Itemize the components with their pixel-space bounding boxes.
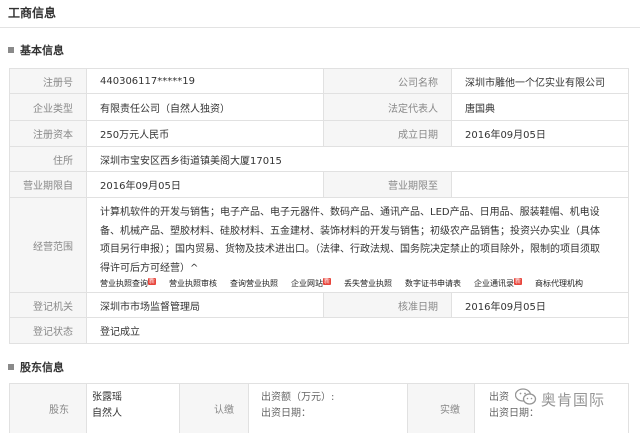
new-badge: 新 xyxy=(514,278,523,285)
scope-value: 计算机软件的开发与销售；电子产品、电子元器件、数码产品、通讯产品、LED产品、日… xyxy=(100,207,600,274)
address-value: 深圳市宝安区西乡街道镇美阁大厦17015 xyxy=(100,155,282,167)
scope-cell: 计算机软件的开发与销售；电子产品、电子元器件、数码产品、通讯产品、LED产品、日… xyxy=(87,198,628,292)
scope-link-label: 查询营业执照 xyxy=(230,279,279,288)
subscribed-amount-label: 出资额（万元）: xyxy=(261,392,335,403)
subscribed-col-label: 认缴 xyxy=(179,384,249,433)
shareholder-heading-text: 股东信息 xyxy=(20,361,64,374)
table-row: 登记状态 登记成立 xyxy=(10,318,628,344)
basic-info-table: 注册号 440306117*****19 公司名称 深圳市雕他一个亿实业有限公司… xyxy=(9,68,629,344)
scope-link-label: 营业执照查询 xyxy=(100,279,148,288)
page-title: 工商信息 xyxy=(8,6,57,20)
holder-cell: 张露瑶 自然人 xyxy=(87,384,179,433)
table-row: 企业类型 有限责任公司（自然人独资） 法定代表人 唐国典 xyxy=(10,94,628,121)
scope-link[interactable]: 企业通讯录新 xyxy=(474,278,523,289)
scope-link[interactable]: 商标代理机构 xyxy=(535,278,583,289)
authority-value: 深圳市市场监督管理局 xyxy=(87,293,324,317)
table-row: 经营范围 计算机软件的开发与销售；电子产品、电子元器件、数码产品、通讯产品、LE… xyxy=(10,198,628,293)
term-to-label: 营业期限至 xyxy=(324,172,452,197)
company-name-value: 深圳市雕他一个亿实业有限公司 xyxy=(465,77,605,89)
approve-date-label: 核准日期 xyxy=(324,293,452,317)
scope-link[interactable]: 丢失营业执照 xyxy=(344,278,392,289)
reg-no-label: 注册号 xyxy=(10,69,87,93)
paid-col-label: 实缴 xyxy=(407,384,475,433)
legal-rep-label: 法定代表人 xyxy=(324,94,452,120)
table-row: 注册资本 250万元人民币 成立日期 2016年09月05日 xyxy=(10,121,628,147)
authority-label: 登记机关 xyxy=(10,293,87,317)
scope-link[interactable]: 查询营业执照 xyxy=(230,278,278,289)
company-name-label: 公司名称 xyxy=(324,69,452,93)
legal-rep-value: 唐国典 xyxy=(465,103,495,115)
company-type-value: 有限责任公司（自然人独资） xyxy=(87,94,324,120)
scope-link[interactable]: 营业执照审核 xyxy=(169,278,217,289)
holder-col-label: 股东 xyxy=(10,384,87,433)
scope-link[interactable]: 数字证书申请表 xyxy=(405,278,461,289)
watermark: 奥肯国际 xyxy=(514,388,606,410)
basic-info-heading-text: 基本信息 xyxy=(20,44,64,57)
table-row: 注册号 440306117*****19 公司名称 深圳市雕他一个亿实业有限公司 xyxy=(10,69,628,94)
address-label: 住所 xyxy=(10,147,87,171)
new-badge: 新 xyxy=(323,278,332,285)
scope-link-label: 商标代理机构 xyxy=(535,279,584,288)
wechat-icon xyxy=(514,388,537,410)
capital-label: 注册资本 xyxy=(10,121,87,146)
section-marker-icon xyxy=(8,47,14,53)
founded-value: 2016年09月05日 xyxy=(465,130,546,141)
section-marker-icon xyxy=(8,364,14,370)
company-type-label: 企业类型 xyxy=(10,94,87,120)
term-from-value: 2016年09月05日 xyxy=(87,172,324,197)
table-row: 营业期限自 2016年09月05日 营业期限至 xyxy=(10,172,628,198)
term-to-value xyxy=(452,172,628,197)
scope-link-label: 数字证书申请表 xyxy=(405,279,462,288)
shareholder-heading: 股东信息 xyxy=(8,359,64,375)
status-value: 登记成立 xyxy=(100,327,140,338)
capital-value: 250万元人民币 xyxy=(87,121,324,146)
holder-type: 自然人 xyxy=(92,408,122,419)
holder-name: 张露瑶 xyxy=(92,392,122,403)
scope-link-label: 企业通讯录 xyxy=(474,279,515,288)
founded-label: 成立日期 xyxy=(324,121,452,146)
subscribed-cell: 出资额（万元）: 出资日期： xyxy=(249,384,407,433)
scope-links: 营业执照查询新 营业执照审核 查询营业执照 企业网站新 丢失营业执照 数字证书申请表 企业通… xyxy=(100,278,596,289)
scope-link-label: 营业执照审核 xyxy=(169,279,218,288)
scope-link[interactable]: 营业执照查询新 xyxy=(100,278,157,289)
basic-info-heading: 基本信息 xyxy=(8,42,64,58)
scope-link[interactable]: 企业网站新 xyxy=(291,278,332,289)
scope-link-label: 企业网站 xyxy=(291,279,324,288)
term-from-label: 营业期限自 xyxy=(10,172,87,197)
table-row: 登记机关 深圳市市场监督管理局 核准日期 2016年09月05日 xyxy=(10,293,628,318)
approve-date-value: 2016年09月05日 xyxy=(465,301,546,313)
scope-link-label: 丢失营业执照 xyxy=(344,279,393,288)
status-label: 登记状态 xyxy=(10,318,87,343)
subscribed-date-label: 出资日期： xyxy=(261,408,311,419)
scope-label: 经营范围 xyxy=(10,198,87,292)
title-divider xyxy=(0,27,640,28)
new-badge: 新 xyxy=(148,278,157,285)
table-row: 住所 深圳市宝安区西乡街道镇美阁大厦17015 xyxy=(10,147,628,172)
watermark-text: 奥肯国际 xyxy=(541,390,606,409)
reg-no-value: 440306117*****19 xyxy=(87,69,324,93)
